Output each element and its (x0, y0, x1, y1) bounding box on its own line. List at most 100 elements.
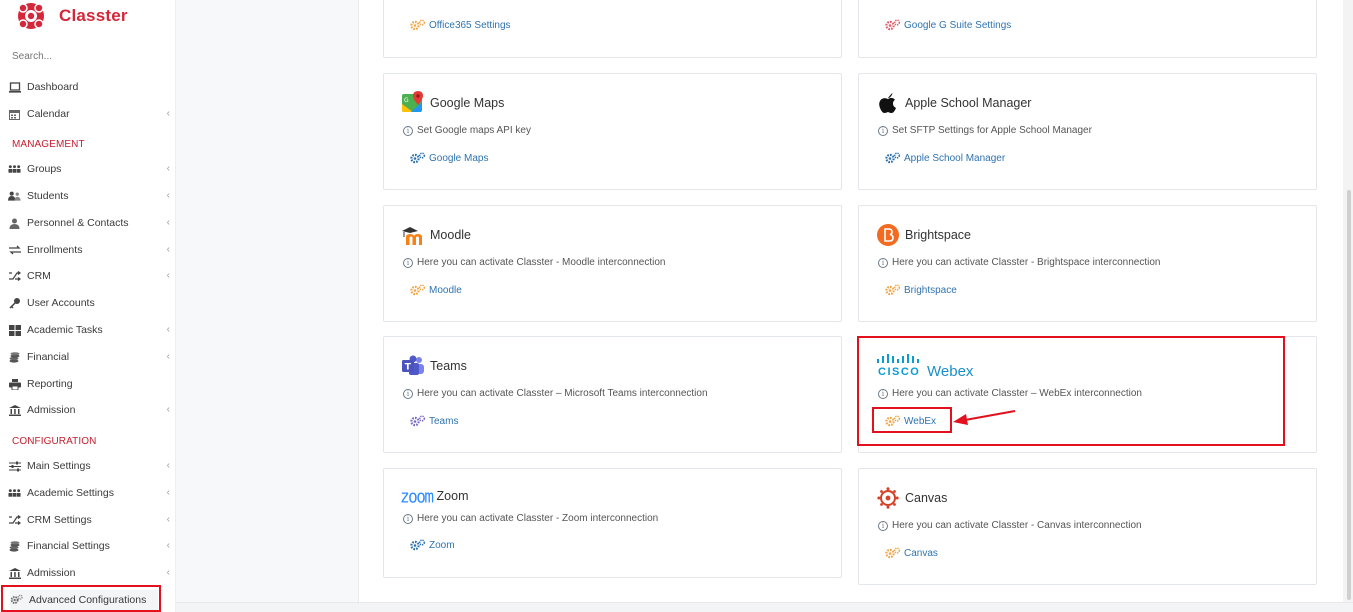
sidebar-item-academic-settings[interactable]: Academic Settings ‹ (8, 483, 174, 503)
gears-icon (884, 547, 901, 559)
sidebar-item-user-accounts[interactable]: User Accounts (8, 293, 174, 313)
sidebar-item-label: Financial Settings (27, 540, 110, 552)
gears-icon (884, 284, 901, 296)
grid-icon (8, 324, 21, 337)
sidebar-item-reporting[interactable]: Reporting (8, 374, 174, 394)
google-maps-logo-icon: G (400, 90, 426, 116)
sidebar-item-groups[interactable]: Groups ‹ (8, 159, 174, 179)
card-title: Zoom (436, 489, 469, 503)
sidebar-item-financial-settings[interactable]: Financial Settings ‹ (8, 536, 174, 556)
info-icon: i (403, 388, 413, 399)
page-scrollbar[interactable] (1343, 0, 1353, 602)
card-description: i Here you can activate Classter - Canvas… (878, 520, 1142, 531)
sidebar-item-label: Personnel & Contacts (27, 217, 129, 229)
card-description-text: Here you can activate Classter – Microso… (417, 388, 708, 399)
sidebar-item-students[interactable]: Students ‹ (8, 186, 174, 206)
card-gsuite: Google G Suite Settings (858, 0, 1317, 58)
card-apple-school-manager: Apple School Manager i Set SFTP Settings … (858, 73, 1317, 190)
sidebar-item-label: Main Settings (27, 460, 91, 472)
card-link-label: Zoom (429, 539, 455, 551)
card-header: Moodle (400, 222, 471, 248)
chevron-left-icon: ‹ (166, 163, 170, 174)
gears-icon (409, 415, 426, 427)
card-description: i Here you can activate Classter - Zoom i… (403, 513, 658, 524)
sidebar: Classter Dashboard Calendar ‹ MANAGEMENT… (0, 0, 176, 612)
person-icon (8, 217, 21, 230)
teams-logo-icon: T (400, 353, 426, 379)
chevron-left-icon: ‹ (166, 108, 170, 119)
footer-bar (176, 602, 1353, 612)
card-link-label: Apple School Manager (904, 152, 1006, 164)
sidebar-item-label: Dashboard (27, 81, 79, 93)
card-description-text: Here you can activate Classter - Moodle … (417, 257, 666, 268)
card-description: i Here you can activate Classter - Bright… (878, 257, 1160, 268)
card-canvas: Canvas i Here you can activate Classter -… (858, 468, 1317, 585)
sidebar-item-admission-settings[interactable]: Admission ‹ (8, 563, 174, 583)
sidebar-item-crm[interactable]: CRM ‹ (8, 266, 174, 286)
gears-icon (409, 284, 426, 296)
brightspace-logo-icon (875, 222, 901, 248)
groups-icon (8, 163, 21, 176)
sidebar-item-dashboard[interactable]: Dashboard (8, 77, 174, 97)
coins-icon (8, 540, 21, 553)
card-link-brightspace[interactable]: Brightspace (884, 284, 957, 296)
groups-icon (8, 487, 21, 500)
sidebar-item-label: Enrollments (27, 244, 83, 256)
sidebar-item-calendar[interactable]: Calendar ‹ (8, 104, 174, 124)
sidebar-item-label: Reporting (27, 378, 73, 390)
card-link-teams[interactable]: Teams (409, 415, 458, 427)
coins-icon (8, 351, 21, 364)
card-link-label: Google G Suite Settings (904, 19, 1012, 31)
sidebar-item-enrollments[interactable]: Enrollments ‹ (8, 240, 174, 260)
canvas-logo-icon (875, 485, 901, 511)
sidebar-item-crm-settings[interactable]: CRM Settings ‹ (8, 510, 174, 530)
chevron-left-icon: ‹ (166, 404, 170, 415)
key-icon (8, 297, 21, 310)
card-link-apple-school-manager[interactable]: Apple School Manager (884, 152, 1005, 164)
exchange-icon (8, 244, 21, 257)
sidebar-item-main-settings[interactable]: Main Settings ‹ (8, 456, 174, 476)
sidebar-item-financial[interactable]: Financial ‹ (8, 347, 174, 367)
card-header: zoom Zoom (400, 483, 468, 509)
card-description-text: Here you can activate Classter - Zoom in… (417, 513, 659, 524)
card-link-office365[interactable]: Office365 Settings (409, 19, 511, 31)
sidebar-item-admission[interactable]: Admission ‹ (8, 400, 174, 420)
sidebar-item-label: Academic Settings (27, 487, 114, 499)
card-zoom: zoom Zoom i Here you can activate Classte… (383, 468, 842, 578)
brand[interactable]: Classter (16, 0, 128, 32)
sidebar-item-personnel-contacts[interactable]: Personnel & Contacts ‹ (8, 213, 174, 233)
card-link-label: Brightspace (904, 284, 957, 296)
chevron-left-icon: ‹ (166, 460, 170, 471)
chevron-left-icon: ‹ (166, 487, 170, 498)
gears-icon (409, 539, 426, 551)
card-link-google-maps[interactable]: Google Maps (409, 152, 488, 164)
gears-icon (409, 152, 426, 164)
institution-icon (8, 404, 21, 417)
card-description-text: Here you can activate Classter - Brights… (892, 257, 1161, 268)
info-icon: i (878, 520, 888, 531)
calendar-icon (8, 108, 21, 121)
chevron-left-icon: ‹ (166, 244, 170, 255)
card-description: i Here you can activate Classter - Moodle… (403, 257, 665, 268)
card-link-moodle[interactable]: Moodle (409, 284, 462, 296)
chevron-left-icon: ‹ (166, 217, 170, 228)
card-link-canvas[interactable]: Canvas (884, 547, 938, 559)
chevron-left-icon: ‹ (166, 270, 170, 281)
search-input[interactable] (12, 48, 162, 64)
institution-icon (8, 567, 21, 580)
card-title: Brightspace (905, 228, 972, 242)
card-description-text: Set Google maps API key (417, 125, 531, 136)
sidebar-item-label: Groups (27, 163, 62, 175)
brand-name: Classter (59, 6, 128, 25)
zoom-logo-icon: zoom (400, 485, 434, 507)
sidebar-item-label: Financial (27, 351, 70, 363)
card-link-gsuite[interactable]: Google G Suite Settings (884, 19, 1011, 31)
sidebar-item-academic-tasks[interactable]: Academic Tasks ‹ (8, 320, 174, 340)
sidebar-item-label: User Accounts (27, 297, 95, 309)
scrollbar-thumb[interactable] (1347, 190, 1351, 600)
card-header: Brightspace (875, 222, 971, 248)
card-description: i Set Google maps API key (403, 125, 531, 136)
svg-text:G: G (404, 97, 409, 104)
card-link-zoom[interactable]: Zoom (409, 539, 455, 551)
chevron-left-icon: ‹ (166, 567, 170, 578)
